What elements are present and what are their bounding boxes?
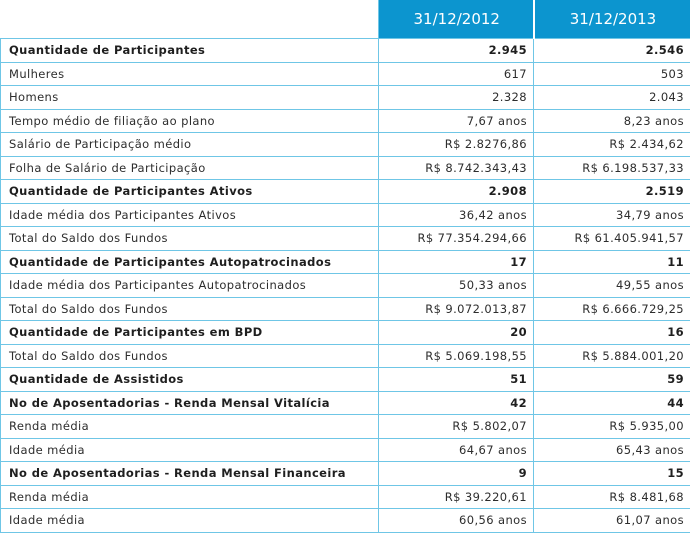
value-2013: R$ 6.666.729,25 [533, 296, 690, 321]
value-2013: R$ 2.434,62 [533, 132, 690, 157]
value-2013: 2.043 [533, 85, 690, 110]
value-2013: 61,07 anos [533, 508, 690, 533]
row-label: Quantidade de Participantes Ativos [0, 179, 379, 204]
value-2013: R$ 5.884.001,20 [533, 343, 690, 368]
value-2013: 11 [533, 249, 690, 274]
value-2012: 60,56 anos [378, 508, 534, 533]
table-row: Homens 2.328 2.043 [0, 85, 690, 110]
row-label: Quantidade de Assistidos [0, 367, 379, 392]
value-2013: R$ 61.405.941,57 [533, 226, 690, 251]
value-2013: 16 [533, 320, 690, 345]
row-label: Total do Saldo dos Fundos [0, 343, 379, 368]
table-row: Total do Saldo dos Fundos R$ 5.069.198,55… [0, 343, 690, 368]
row-label: Salário de Participação médio [0, 132, 379, 157]
value-2012: 2.945 [378, 38, 534, 63]
value-2012: R$ 77.354.294,66 [378, 226, 534, 251]
table-row: Quantidade de Participantes Ativos 2.908 2… [0, 179, 690, 204]
table-row: Idade média dos Participantes Ativos 36,4… [0, 202, 690, 227]
value-2012: 2.328 [378, 85, 534, 110]
value-2012: R$ 5.069.198,55 [378, 343, 534, 368]
table-row: Quantidade de Assistidos 51 59 [0, 367, 690, 392]
value-2013: 65,43 anos [533, 437, 690, 462]
value-2013: 503 [533, 61, 690, 86]
value-2012: 9 [378, 461, 534, 486]
table-row: Renda média R$ 39.220,61 R$ 8.481,68 [0, 484, 690, 509]
table-row: Total do Saldo dos Fundos R$ 77.354.294,6… [0, 226, 690, 251]
value-2012: 51 [378, 367, 534, 392]
value-2013: 15 [533, 461, 690, 486]
table-row: No de Aposentadorias - Renda Mensal Vita… [0, 390, 690, 415]
value-2013: R$ 6.198.537,33 [533, 155, 690, 180]
value-2013: R$ 5.935,00 [533, 414, 690, 439]
value-2013: 34,79 anos [533, 202, 690, 227]
table-row: Total do Saldo dos Fundos R$ 9.072.013,87… [0, 296, 690, 321]
value-2012: 42 [378, 390, 534, 415]
table-row: Folha de Salário de Participação R$ 8.742… [0, 155, 690, 180]
participants-table-container: 31/12/2012 31/12/2013 Quantidade de Part… [0, 0, 690, 555]
row-label: Renda média [0, 484, 379, 509]
table-row: Idade média dos Participantes Autopatroc… [0, 273, 690, 298]
value-2013: 2.546 [533, 38, 690, 63]
row-label: Quantidade de Participantes [0, 38, 379, 63]
row-label: Homens [0, 85, 379, 110]
row-label: Tempo médio de filiação ao plano [0, 108, 379, 133]
table-row: Renda média R$ 5.802,07 R$ 5.935,00 [0, 414, 690, 439]
participants-statistics-table: 31/12/2012 31/12/2013 Quantidade de Part… [0, 0, 690, 533]
column-header-2012: 31/12/2012 [378, 0, 535, 39]
value-2012: 2.908 [378, 179, 534, 204]
value-2012: 7,67 anos [378, 108, 534, 133]
row-label: No de Aposentadorias - Renda Mensal Fina… [0, 461, 379, 486]
value-2013: 8,23 anos [533, 108, 690, 133]
row-label: Idade média dos Participantes Ativos [0, 202, 379, 227]
table-row: Quantidade de Participantes 2.945 2.546 [0, 38, 690, 63]
value-2013: 49,55 anos [533, 273, 690, 298]
value-2012: R$ 2.8276,86 [378, 132, 534, 157]
row-label: Total do Saldo dos Fundos [0, 226, 379, 251]
value-2012: 617 [378, 61, 534, 86]
header-blank-cell [0, 0, 379, 39]
row-label: Idade média [0, 437, 379, 462]
value-2012: 20 [378, 320, 534, 345]
row-label: No de Aposentadorias - Renda Mensal Vita… [0, 390, 379, 415]
row-label: Idade média dos Participantes Autopatroc… [0, 273, 379, 298]
table-row: Salário de Participação médio R$ 2.8276,8… [0, 132, 690, 157]
table-row: Quantidade de Participantes Autopatrocin… [0, 249, 690, 274]
value-2012: 50,33 anos [378, 273, 534, 298]
table-row: Mulheres 617 503 [0, 61, 690, 86]
table-row: Idade média 64,67 anos 65,43 anos [0, 437, 690, 462]
value-2013: 59 [533, 367, 690, 392]
table-row: Idade média 60,56 anos 61,07 anos [0, 508, 690, 533]
row-label: Renda média [0, 414, 379, 439]
table-body: Quantidade de Participantes 2.945 2.546 Mul… [0, 38, 690, 533]
table-row: Tempo médio de filiação ao plano 7,67 ano… [0, 108, 690, 133]
value-2013: 44 [533, 390, 690, 415]
row-label: Idade média [0, 508, 379, 533]
row-label: Quantidade de Participantes Autopatrocin… [0, 249, 379, 274]
row-label: Quantidade de Participantes em BPD [0, 320, 379, 345]
value-2012: 17 [378, 249, 534, 274]
value-2013: 2.519 [533, 179, 690, 204]
value-2012: 64,67 anos [378, 437, 534, 462]
table-row: No de Aposentadorias - Renda Mensal Fina… [0, 461, 690, 486]
row-label: Folha de Salário de Participação [0, 155, 379, 180]
value-2013: R$ 8.481,68 [533, 484, 690, 509]
row-label: Total do Saldo dos Fundos [0, 296, 379, 321]
value-2012: R$ 9.072.013,87 [378, 296, 534, 321]
table-row: Quantidade de Participantes em BPD 20 16 [0, 320, 690, 345]
value-2012: 36,42 anos [378, 202, 534, 227]
value-2012: R$ 5.802,07 [378, 414, 534, 439]
column-header-2013: 31/12/2013 [533, 0, 690, 39]
value-2012: R$ 39.220,61 [378, 484, 534, 509]
value-2012: R$ 8.742.343,43 [378, 155, 534, 180]
table-header-row: 31/12/2012 31/12/2013 [0, 0, 690, 39]
row-label: Mulheres [0, 61, 379, 86]
